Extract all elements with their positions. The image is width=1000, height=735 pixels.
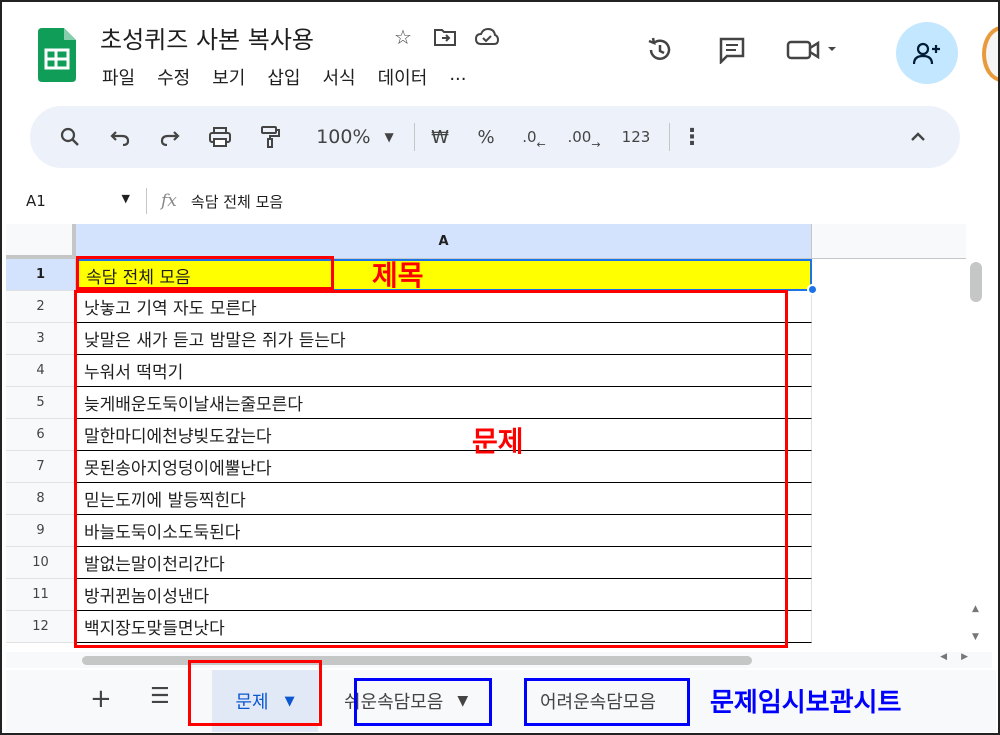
add-sheet-icon[interactable]: + bbox=[90, 684, 112, 714]
hard-tab-highlight-box bbox=[524, 678, 690, 726]
row-number[interactable]: 9 bbox=[6, 515, 76, 547]
decrease-decimal-button[interactable]: .0 ← bbox=[519, 117, 549, 157]
decrease-decimal-label: .0 bbox=[522, 128, 537, 146]
more-options-icon[interactable]: ⋮ bbox=[681, 117, 703, 157]
name-box[interactable]: A1 ▼ bbox=[6, 192, 146, 210]
menu-file[interactable]: 파일 bbox=[102, 64, 135, 90]
title-annotation-label: 제목 bbox=[372, 259, 424, 292]
vertical-scrollbar[interactable]: ▲ ▼ bbox=[966, 224, 988, 652]
redo-icon[interactable] bbox=[158, 117, 182, 157]
fx-icon: fx bbox=[161, 191, 177, 211]
problem-annotation-label: 문제 bbox=[472, 425, 524, 458]
document-title[interactable]: 초성퀴즈 사본 복사용 bbox=[100, 20, 314, 55]
sheets-logo-icon[interactable] bbox=[36, 28, 76, 82]
zoom-select[interactable]: 100% ▼ bbox=[308, 117, 402, 157]
search-icon[interactable] bbox=[58, 117, 82, 157]
avatar[interactable] bbox=[982, 26, 998, 82]
share-button[interactable] bbox=[896, 22, 958, 84]
undo-icon[interactable] bbox=[108, 117, 132, 157]
row-number[interactable]: 3 bbox=[6, 323, 76, 355]
row-number[interactable]: 12 bbox=[6, 611, 76, 643]
percent-format-button[interactable]: % bbox=[473, 117, 499, 157]
column-header-empty bbox=[812, 224, 966, 259]
select-all-corner[interactable] bbox=[6, 224, 76, 259]
menu-edit[interactable]: 수정 bbox=[157, 64, 190, 90]
comments-icon[interactable] bbox=[710, 28, 754, 72]
temp-sheet-annotation-label: 문제임시보관시트 bbox=[710, 688, 902, 718]
menu-bar: 파일 수정 보기 삽입 서식 데이터 ... bbox=[102, 64, 488, 90]
arrow-right-icon: → bbox=[591, 137, 601, 151]
star-icon[interactable]: ☆ bbox=[390, 24, 416, 50]
vertical-scroll-thumb[interactable] bbox=[970, 262, 982, 302]
scroll-right-icon[interactable]: ▶ bbox=[961, 652, 968, 662]
cell-reference: A1 bbox=[26, 192, 46, 210]
toolbar-divider bbox=[669, 123, 670, 151]
horizontal-scrollbar[interactable]: ◀ ▶ bbox=[6, 652, 992, 668]
row-number[interactable]: 4 bbox=[6, 355, 76, 387]
chevron-down-icon: ▼ bbox=[384, 130, 394, 144]
collapse-toolbar-icon[interactable] bbox=[906, 117, 930, 157]
active-tab-highlight-box bbox=[188, 660, 322, 726]
easy-tab-highlight-box bbox=[354, 678, 492, 726]
scroll-up-icon[interactable]: ▲ bbox=[972, 604, 979, 614]
problem-highlight-box bbox=[74, 290, 788, 648]
formula-input[interactable]: 속담 전체 모음 bbox=[191, 191, 283, 212]
meet-video-icon[interactable] bbox=[782, 28, 846, 72]
scroll-left-icon[interactable]: ◀ bbox=[940, 652, 947, 662]
menu-data[interactable]: 데이터 bbox=[378, 64, 428, 90]
row-number[interactable]: 2 bbox=[6, 291, 76, 323]
row-number[interactable]: 10 bbox=[6, 547, 76, 579]
move-folder-icon[interactable] bbox=[432, 24, 458, 50]
all-sheets-icon[interactable]: ☰ bbox=[150, 684, 170, 709]
row-number[interactable]: 5 bbox=[6, 387, 76, 419]
formula-bar: A1 ▼ fx 속담 전체 모음 bbox=[6, 180, 996, 222]
increase-decimal-label: .00 bbox=[567, 128, 592, 146]
zoom-value: 100% bbox=[316, 126, 371, 148]
menu-insert[interactable]: 삽입 bbox=[267, 64, 300, 90]
column-header-a[interactable]: A bbox=[76, 224, 812, 259]
print-icon[interactable] bbox=[208, 117, 232, 157]
increase-decimal-button[interactable]: .00 → bbox=[565, 117, 603, 157]
menu-view[interactable]: 보기 bbox=[212, 64, 245, 90]
cloud-status-icon[interactable] bbox=[474, 24, 500, 50]
history-icon[interactable] bbox=[638, 28, 682, 72]
row-number[interactable]: 6 bbox=[6, 419, 76, 451]
currency-format-button[interactable]: ₩ bbox=[427, 117, 453, 157]
window: 초성퀴즈 사본 복사용 ☆ 파일 수정 보기 삽입 서식 데이터 ... 100… bbox=[0, 0, 1000, 735]
menu-format[interactable]: 서식 bbox=[323, 64, 356, 90]
scroll-down-icon[interactable]: ▼ bbox=[972, 632, 979, 642]
toolbar-divider bbox=[414, 123, 415, 151]
row-number[interactable]: 7 bbox=[6, 451, 76, 483]
toolbar: 100% ▼ ₩ % .0 ← .00 → 123 ⋮ bbox=[30, 106, 960, 168]
row-number[interactable]: 1 bbox=[6, 259, 76, 291]
row-number[interactable]: 8 bbox=[6, 483, 76, 515]
arrow-left-icon: ← bbox=[536, 137, 546, 151]
horizontal-scroll-thumb[interactable] bbox=[82, 656, 752, 665]
fill-handle[interactable] bbox=[807, 284, 818, 295]
row-number[interactable]: 11 bbox=[6, 579, 76, 611]
formula-divider bbox=[146, 188, 147, 214]
title-highlight-box bbox=[76, 256, 334, 290]
chevron-down-icon: ▼ bbox=[121, 192, 130, 205]
number-format-button[interactable]: 123 bbox=[619, 117, 653, 157]
paint-format-icon[interactable] bbox=[258, 117, 282, 157]
menu-more[interactable]: ... bbox=[449, 64, 466, 90]
